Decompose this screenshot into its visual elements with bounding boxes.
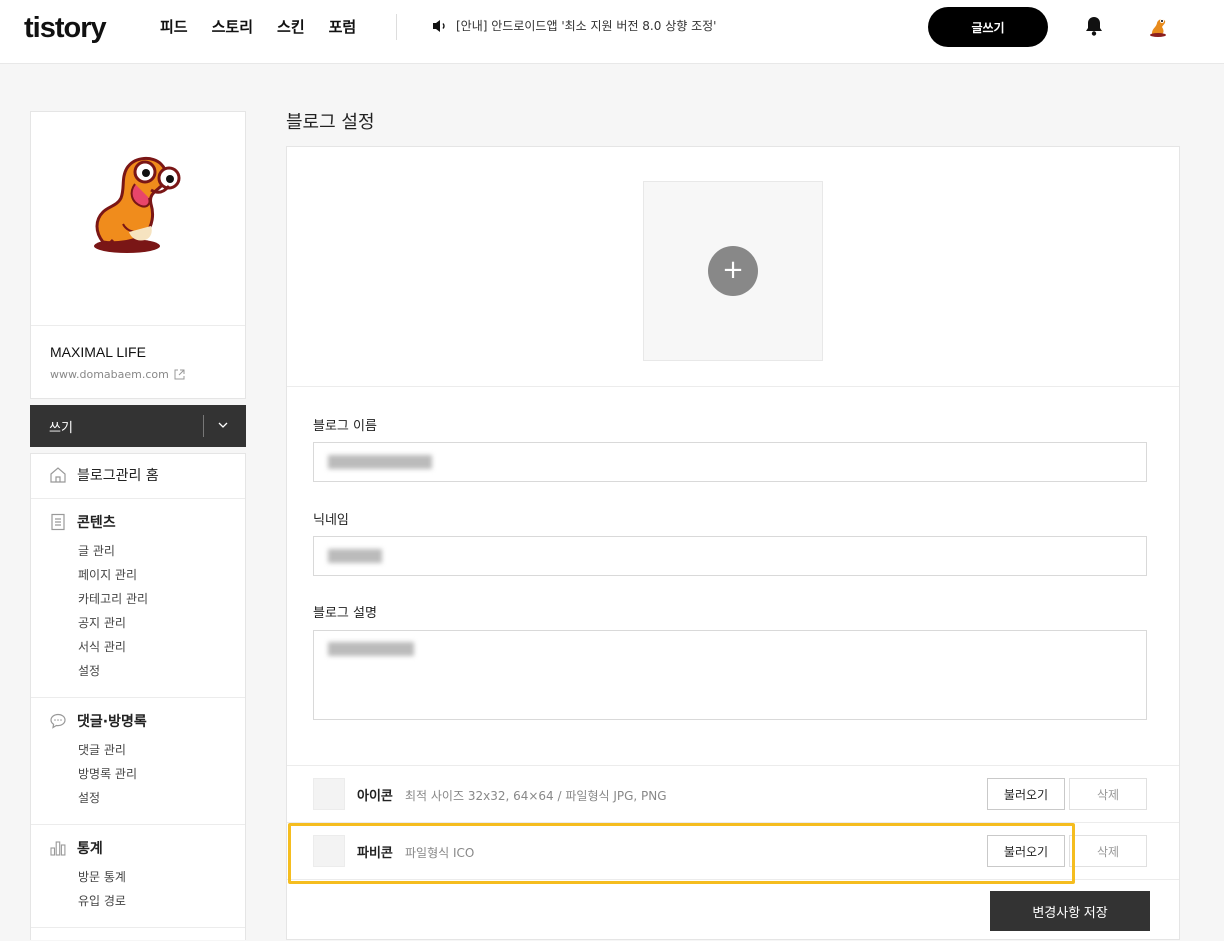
favicon-description: 파일형식 ICO xyxy=(405,846,475,860)
menu-comments-label: 댓글·방명록 xyxy=(77,714,147,730)
write-divider xyxy=(203,415,204,437)
menu-contents-section: 콘텐츠 글 관리 페이지 관리 카테고리 관리 공지 관리 서식 관리 설정 xyxy=(31,499,245,698)
nav-divider xyxy=(396,14,397,40)
nav-feed[interactable]: 피드 xyxy=(160,16,188,37)
blog-title: MAXIMAL LIFE xyxy=(50,344,146,360)
menu-item-guestbook-manage[interactable]: 방명록 관리 xyxy=(78,762,245,786)
icon-preview xyxy=(313,778,345,810)
icon-description: 최적 사이즈 32x32, 64×64 / 파일형식 JPG, PNG xyxy=(405,789,667,803)
menu-item-notice-manage[interactable]: 공지 관리 xyxy=(78,611,245,635)
menu-item-category-manage[interactable]: 카테고리 관리 xyxy=(78,587,245,611)
top-navigation-bar: tistory 피드 스토리 스킨 포럼 [안내] 안드로이드앱 '최소 지원 … xyxy=(0,0,1224,64)
menu-contents-sublist: 글 관리 페이지 관리 카테고리 관리 공지 관리 서식 관리 설정 xyxy=(49,539,245,683)
bar-chart-icon xyxy=(50,841,66,856)
menu-item-referrer[interactable]: 유입 경로 xyxy=(78,889,245,913)
user-avatar[interactable] xyxy=(1143,10,1173,40)
write-dropdown-button[interactable]: 쓰기 xyxy=(30,405,246,447)
notification-bell-icon[interactable] xyxy=(1085,16,1103,40)
menu-item-stats[interactable]: 통계 xyxy=(49,837,245,859)
blurred-value xyxy=(328,549,382,563)
favicon-upload-row: 파비콘 파일형식 ICO 불러오기 삭제 xyxy=(287,822,1179,879)
write-label: 쓰기 xyxy=(49,421,73,436)
blog-profile-image[interactable] xyxy=(31,112,245,326)
favicon-delete-button[interactable]: 삭제 xyxy=(1069,835,1147,867)
nickname-input[interactable] xyxy=(313,536,1147,576)
menu-item-comments-settings[interactable]: 설정 xyxy=(78,786,245,810)
menu-item-contents[interactable]: 콘텐츠 xyxy=(49,511,245,533)
main-nav: 피드 스토리 스킨 포럼 xyxy=(160,16,356,37)
menu-home-section: 블로그관리 홈 xyxy=(31,454,245,499)
speech-bubble-icon xyxy=(50,713,66,729)
nav-story[interactable]: 스토리 xyxy=(212,16,253,37)
icon-upload-row: 아이콘 최적 사이즈 32x32, 64×64 / 파일형식 JPG, PNG … xyxy=(287,765,1179,822)
blog-settings-panel: + 블로그 이름 닉네임 블로그 설명 아이콘 최적 사이즈 32x32, 64… xyxy=(286,146,1180,940)
favicon-preview xyxy=(313,835,345,867)
menu-contents-label: 콘텐츠 xyxy=(77,515,116,531)
menu-item-contents-settings[interactable]: 설정 xyxy=(78,659,245,683)
blog-image-upload[interactable]: + xyxy=(643,181,823,361)
lizard-mascot-icon xyxy=(94,157,181,253)
external-link-icon xyxy=(174,369,185,380)
blurred-value xyxy=(328,455,432,469)
icon-label: 아이콘 xyxy=(357,789,393,804)
menu-item-post-manage[interactable]: 글 관리 xyxy=(78,539,245,563)
menu-comments-sublist: 댓글 관리 방명록 관리 설정 xyxy=(49,738,245,810)
nav-forum[interactable]: 포럼 xyxy=(329,16,357,37)
blog-admin-menu: 블로그관리 홈 콘텐츠 글 관리 페이지 관리 카테고리 관리 공지 관리 서식… xyxy=(30,453,246,940)
icon-load-button[interactable]: 불러오기 xyxy=(987,778,1065,810)
menu-item-template-manage[interactable]: 서식 관리 xyxy=(78,635,245,659)
menu-item-visit-stats[interactable]: 방문 통계 xyxy=(78,865,245,889)
document-icon xyxy=(51,513,65,531)
icon-delete-button[interactable]: 삭제 xyxy=(1069,778,1147,810)
nav-skin[interactable]: 스킨 xyxy=(277,16,305,37)
nickname-label: 닉네임 xyxy=(313,513,349,528)
favicon-label: 파비콘 xyxy=(357,846,393,861)
favicon-load-button[interactable]: 불러오기 xyxy=(987,835,1065,867)
description-label: 블로그 설명 xyxy=(313,606,377,621)
menu-item-comment-manage[interactable]: 댓글 관리 xyxy=(78,738,245,762)
blog-description-textarea[interactable] xyxy=(313,630,1147,720)
section-divider xyxy=(287,386,1179,387)
blog-name-input[interactable] xyxy=(313,442,1147,482)
write-post-button[interactable]: 글쓰기 xyxy=(928,7,1048,47)
speaker-icon xyxy=(433,19,445,32)
notice-banner[interactable]: [안내] 안드로이드앱 '최소 지원 버전 8.0 상향 조정' xyxy=(432,17,716,34)
blog-url-link[interactable]: www.domabaem.com xyxy=(50,368,185,381)
menu-stats-sublist: 방문 통계 유입 경로 xyxy=(49,865,245,913)
blog-profile-card: MAXIMAL LIFE www.domabaem.com xyxy=(30,111,246,399)
tistory-logo[interactable]: tistory xyxy=(24,12,107,45)
menu-item-admin-home[interactable]: 블로그관리 홈 xyxy=(49,464,245,486)
plus-icon[interactable]: + xyxy=(708,246,758,296)
blurred-value xyxy=(328,641,414,656)
menu-item-comments[interactable]: 댓글·방명록 xyxy=(49,710,245,732)
home-icon xyxy=(50,467,66,483)
save-changes-button[interactable]: 변경사항 저장 xyxy=(990,891,1150,931)
blog-url-text: www.domabaem.com xyxy=(50,368,169,381)
menu-stats-label: 통계 xyxy=(77,841,103,857)
page-title: 블로그 설정 xyxy=(286,112,375,133)
menu-stats-section: 통계 방문 통계 유입 경로 xyxy=(31,825,245,928)
blog-name-label: 블로그 이름 xyxy=(313,419,377,434)
menu-item-page-manage[interactable]: 페이지 관리 xyxy=(78,563,245,587)
notice-text: [안내] 안드로이드앱 '최소 지원 버전 8.0 상향 조정' xyxy=(456,19,717,33)
chevron-down-icon[interactable] xyxy=(217,417,229,433)
menu-home-label: 블로그관리 홈 xyxy=(77,468,159,484)
menu-comments-section: 댓글·방명록 댓글 관리 방명록 관리 설정 xyxy=(31,698,245,825)
